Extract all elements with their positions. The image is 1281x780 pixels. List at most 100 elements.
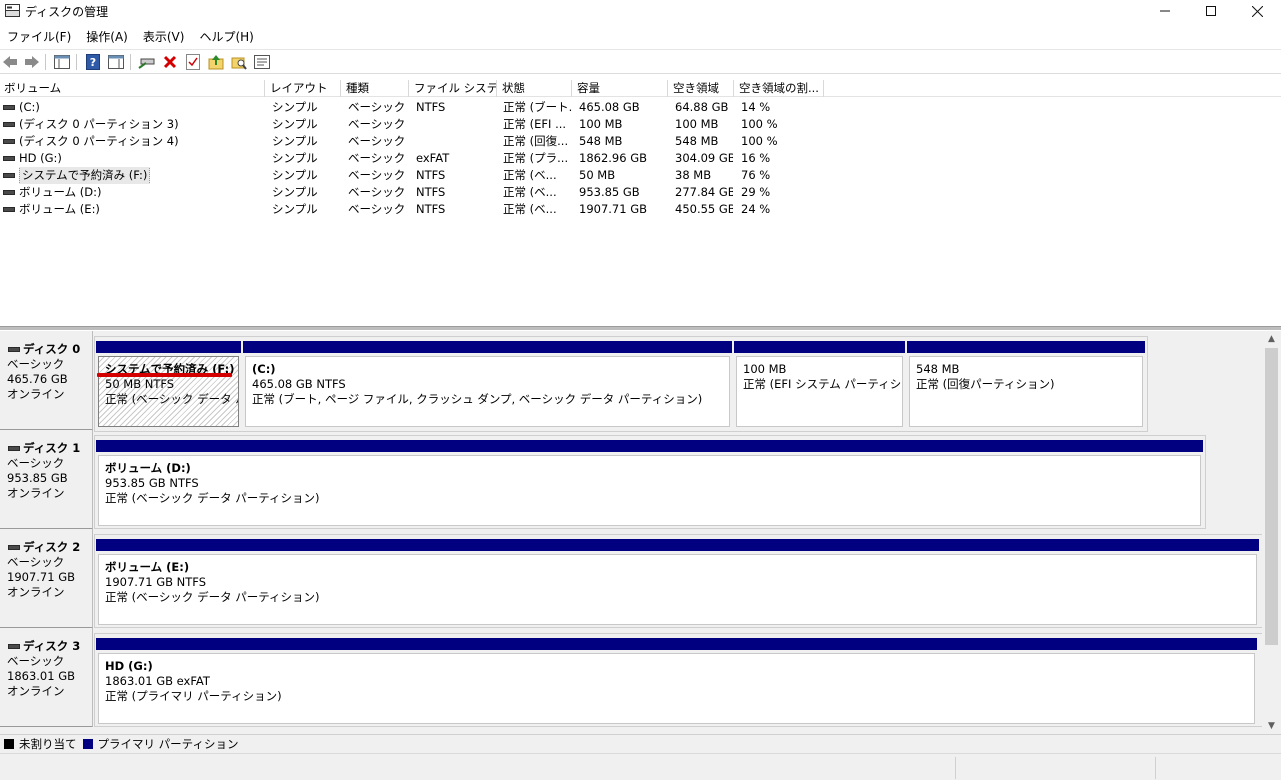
scroll-up-arrow-icon[interactable]: ▲ <box>1262 331 1281 347</box>
volume-layout: シンプル <box>272 117 318 131</box>
console-tree-button[interactable] <box>53 53 71 71</box>
menu-file[interactable]: ファイル(F) <box>0 26 79 46</box>
disk-state: オンライン <box>7 486 65 500</box>
maximize-button[interactable] <box>1188 0 1234 22</box>
scrollbar-thumb[interactable] <box>1265 348 1278 645</box>
legend-item-unallocated: 未割り当て <box>4 736 77 752</box>
back-button[interactable] <box>1 53 19 71</box>
column-header-volume[interactable]: ボリューム <box>0 80 265 97</box>
volume-row[interactable]: ボリューム (E:) シンプル ベーシック NTFS 正常 (ベ... 1907… <box>0 201 1281 218</box>
partition-e[interactable]: ボリューム (E:) 1907.71 GB NTFS 正常 (ベーシック データ… <box>96 539 1259 625</box>
minimize-button[interactable] <box>1142 0 1188 22</box>
volume-free-percent: 76 % <box>741 168 771 182</box>
check-button[interactable] <box>184 53 202 71</box>
volume-status: 正常 (ベ... <box>503 168 557 182</box>
help-button[interactable]: ? <box>84 53 102 71</box>
volume-free-percent: 100 % <box>741 117 778 131</box>
column-header-layout[interactable]: レイアウト <box>266 80 341 97</box>
volume-free-percent: 14 % <box>741 100 771 114</box>
partition-bar <box>96 638 1257 650</box>
legend-label: プライマリ パーティション <box>97 737 239 751</box>
volume-type: ベーシック <box>348 100 406 114</box>
check-icon <box>186 54 200 70</box>
disk-graphical-view: ディスク 0 ベーシック 465.76 GB オンライン システムで予約済み (… <box>0 331 1262 734</box>
disk-label[interactable]: ディスク 2 ベーシック 1907.71 GB オンライン <box>0 529 93 628</box>
disk-label[interactable]: ディスク 0 ベーシック 465.76 GB オンライン <box>0 331 93 430</box>
disk-row: ディスク 3 ベーシック 1863.01 GB オンライン HD (G:) 18… <box>0 628 1262 727</box>
partition-size: 548 MB <box>916 362 960 376</box>
column-header-status[interactable]: 状態 <box>498 80 572 97</box>
partition-system-reserved[interactable]: システムで予約済み (F:) 50 MB NTFS 正常 (ベーシック データ … <box>96 341 241 427</box>
volume-row[interactable]: (ディスク 0 パーティション 3) シンプル ベーシック 正常 (EFI ..… <box>0 116 1281 133</box>
volume-name: ボリューム (D:) <box>19 185 102 199</box>
disk-size: 953.85 GB <box>7 471 68 485</box>
disk-state: オンライン <box>7 387 65 401</box>
partition-g[interactable]: HD (G:) 1863.01 GB exFAT 正常 (プライマリ パーティシ… <box>96 638 1257 724</box>
volume-status: 正常 (ベ... <box>503 202 557 216</box>
pane-splitter[interactable] <box>0 326 1281 330</box>
disk-partition-area: ボリューム (D:) 953.85 GB NTFS 正常 (ベーシック データ … <box>94 435 1206 529</box>
volume-row[interactable]: ボリューム (D:) シンプル ベーシック NTFS 正常 (ベ... 953.… <box>0 184 1281 201</box>
action-pane-button[interactable] <box>107 53 125 71</box>
partition-body: 548 MB 正常 (回復パーティション) <box>909 356 1143 427</box>
partition-c[interactable]: (C:) 465.08 GB NTFS 正常 (ブート, ページ ファイル, ク… <box>243 341 732 427</box>
partition-body: ボリューム (D:) 953.85 GB NTFS 正常 (ベーシック データ … <box>98 455 1201 526</box>
disk-label[interactable]: ディスク 3 ベーシック 1863.01 GB オンライン <box>0 628 93 727</box>
disk-icon <box>8 446 20 451</box>
forward-button[interactable] <box>23 53 41 71</box>
properties-button[interactable] <box>253 53 271 71</box>
column-header-filesystem[interactable]: ファイル システム <box>410 80 497 97</box>
column-header-type[interactable]: 種類 <box>342 80 409 97</box>
back-arrow-icon <box>3 56 17 68</box>
search-folder-button[interactable] <box>230 53 248 71</box>
column-header-free-percent[interactable]: 空き領域の割... <box>735 80 824 97</box>
volume-layout: シンプル <box>272 168 318 182</box>
vertical-scrollbar[interactable]: ▲ ▼ <box>1262 331 1281 734</box>
up-folder-icon <box>208 55 224 70</box>
volume-row[interactable]: (C:) シンプル ベーシック NTFS 正常 (ブート... 465.08 G… <box>0 99 1281 116</box>
volume-status: 正常 (EFI ... <box>503 117 567 131</box>
forward-arrow-icon <box>25 56 39 68</box>
disk-name: ディスク 2 <box>23 540 81 554</box>
volume-free-space: 64.88 GB <box>675 100 729 114</box>
partition-recovery[interactable]: 548 MB 正常 (回復パーティション) <box>907 341 1145 427</box>
partition-efi[interactable]: 100 MB 正常 (EFI システム パーティション) <box>734 341 905 427</box>
volume-row-selected[interactable]: システムで予約済み (F:) シンプル ベーシック NTFS 正常 (ベ... … <box>0 167 1281 184</box>
partition-bar <box>96 440 1203 452</box>
scroll-down-arrow-icon[interactable]: ▼ <box>1262 718 1281 734</box>
partition-bar <box>907 341 1145 353</box>
legend-bar: 未割り当て プライマリ パーティション <box>0 734 1281 753</box>
delete-button[interactable] <box>161 53 179 71</box>
menu-action[interactable]: 操作(A) <box>79 26 136 46</box>
volume-layout: シンプル <box>272 100 318 114</box>
volume-row[interactable]: (ディスク 0 パーティション 4) シンプル ベーシック 正常 (回復... … <box>0 133 1281 150</box>
partition-status: 正常 (ベーシック データ パーティション) <box>105 590 320 604</box>
up-folder-button[interactable] <box>207 53 225 71</box>
volume-row[interactable]: HD (G:) シンプル ベーシック exFAT 正常 (プラ... 1862.… <box>0 150 1281 167</box>
volume-capacity: 1907.71 GB <box>579 202 648 216</box>
drive-icon <box>3 105 15 110</box>
volume-list-header: ボリューム レイアウト 種類 ファイル システム 状態 容量 空き領域 空き領域… <box>0 80 1281 97</box>
volume-free-percent: 24 % <box>741 202 771 216</box>
drive-icon <box>3 139 15 144</box>
partition-body: ボリューム (E:) 1907.71 GB NTFS 正常 (ベーシック データ… <box>98 554 1257 625</box>
disk-label[interactable]: ディスク 1 ベーシック 953.85 GB オンライン <box>0 430 93 529</box>
close-button[interactable] <box>1234 0 1280 22</box>
disk-size: 1907.71 GB <box>7 570 76 584</box>
volume-free-percent: 29 % <box>741 185 771 199</box>
column-header-free-space[interactable]: 空き領域 <box>669 80 734 97</box>
menu-view[interactable]: 表示(V) <box>136 26 193 46</box>
column-header-capacity[interactable]: 容量 <box>573 80 668 97</box>
connect-drive-button[interactable] <box>138 53 156 71</box>
disk-size: 465.76 GB <box>7 372 68 386</box>
partition-status: 正常 (EFI システム パーティション) <box>743 377 902 391</box>
partition-status: 正常 (回復パーティション) <box>916 377 1055 391</box>
window-title: ディスクの管理 <box>25 5 109 19</box>
disk-name: ディスク 3 <box>23 639 81 653</box>
disk-type: ベーシック <box>7 456 65 470</box>
drive-icon <box>3 207 15 212</box>
volume-filesystem: NTFS <box>416 168 446 182</box>
volume-capacity: 953.85 GB <box>579 185 640 199</box>
menu-help[interactable]: ヘルプ(H) <box>192 26 261 46</box>
partition-d[interactable]: ボリューム (D:) 953.85 GB NTFS 正常 (ベーシック データ … <box>96 440 1203 526</box>
